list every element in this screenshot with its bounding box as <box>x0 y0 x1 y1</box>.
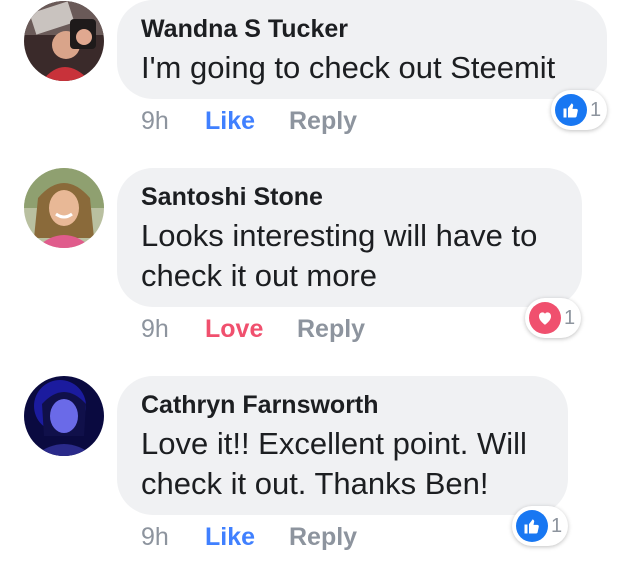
heart-icon <box>529 302 561 334</box>
reaction-count: 1 <box>551 514 563 537</box>
comment-author[interactable]: Wandna S Tucker <box>141 14 583 44</box>
reaction-count: 1 <box>590 98 602 121</box>
thumbs-up-icon <box>516 510 548 542</box>
comment-actions: 9h Like Reply <box>141 106 357 136</box>
comment-timestamp[interactable]: 9h <box>141 107 169 135</box>
reaction-badge[interactable]: 1 <box>512 506 569 546</box>
reply-button[interactable]: Reply <box>297 314 365 344</box>
comment-timestamp[interactable]: 9h <box>141 523 169 551</box>
reaction-count: 1 <box>564 306 576 329</box>
reply-button[interactable]: Reply <box>289 522 357 552</box>
comment-text: Love it!! Excellent point. Will check it… <box>141 426 527 501</box>
comment-bubble: Santoshi Stone Looks interesting will ha… <box>117 168 582 307</box>
comment-author[interactable]: Cathryn Farnsworth <box>141 390 544 420</box>
like-button[interactable]: Like <box>205 106 255 136</box>
comment-timestamp[interactable]: 9h <box>141 315 169 343</box>
comment-author[interactable]: Santoshi Stone <box>141 182 558 212</box>
like-button[interactable]: Like <box>205 522 255 552</box>
comment-text: Looks interesting will have to check it … <box>141 218 538 293</box>
reaction-badge[interactable]: 1 <box>551 90 608 130</box>
reply-button[interactable]: Reply <box>289 106 357 136</box>
comment-bubble: Cathryn Farnsworth Love it!! Excellent p… <box>117 376 568 515</box>
comment-actions: 9h Like Reply <box>141 522 357 552</box>
thumbs-up-icon <box>555 94 587 126</box>
avatar[interactable] <box>24 1 104 81</box>
comment-bubble: Wandna S Tucker I'm going to check out S… <box>117 0 607 99</box>
avatar[interactable] <box>24 376 104 456</box>
comment-text: I'm going to check out Steemit <box>141 50 556 85</box>
love-button[interactable]: Love <box>205 314 263 344</box>
reaction-badge[interactable]: 1 <box>525 298 582 338</box>
avatar[interactable] <box>24 168 104 248</box>
comment-actions: 9h Love Reply <box>141 314 365 344</box>
